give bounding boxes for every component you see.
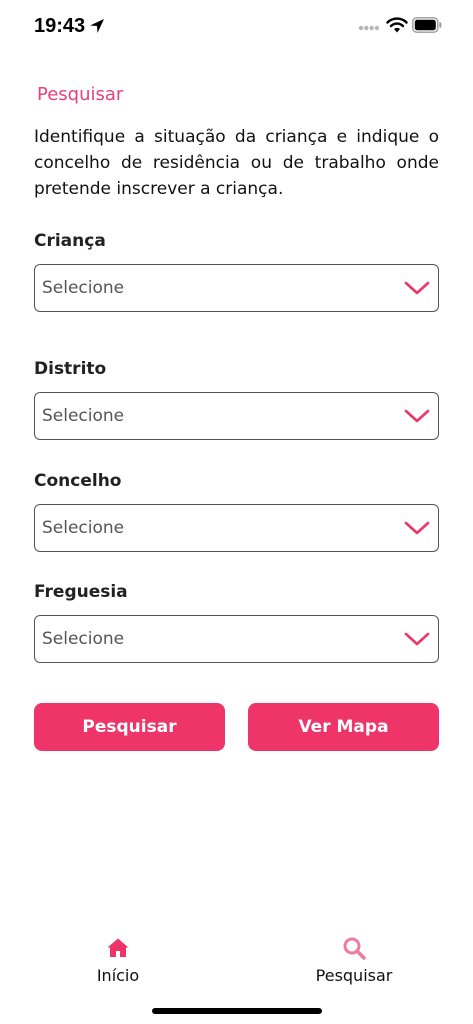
- distrito-select[interactable]: Selecione: [34, 392, 439, 440]
- tab-label: Pesquisar: [315, 966, 393, 985]
- wifi-icon: [386, 17, 408, 33]
- crianca-label: Criança: [34, 231, 106, 251]
- intro-text: Identifique a situação da criança e indi…: [34, 127, 439, 199]
- search-icon: [343, 937, 366, 960]
- view-map-button[interactable]: Ver Mapa: [248, 703, 439, 751]
- tab-inicio[interactable]: Início: [78, 936, 158, 985]
- crianca-select[interactable]: Selecione: [34, 264, 439, 312]
- status-time: 19:43: [34, 15, 86, 37]
- battery-icon: [412, 17, 442, 33]
- concelho-select[interactable]: Selecione: [34, 504, 439, 552]
- freguesia-label: Freguesia: [34, 582, 128, 602]
- search-screen: 19:43 Pesquisar Identifique a situação d…: [0, 0, 473, 1024]
- home-icon: [107, 938, 129, 957]
- select-value: Selecione: [42, 518, 125, 538]
- select-value: Selecione: [42, 406, 125, 426]
- page-title: Pesquisar: [37, 84, 124, 105]
- location-arrow-icon: [90, 19, 104, 33]
- distrito-label: Distrito: [34, 359, 107, 379]
- chevron-down-icon: [404, 521, 430, 535]
- select-value: Selecione: [42, 278, 125, 298]
- status-bar: 19:43: [0, 0, 473, 56]
- tab-pesquisar[interactable]: Pesquisar: [304, 936, 404, 985]
- chevron-down-icon: [404, 409, 430, 423]
- search-button[interactable]: Pesquisar: [34, 703, 225, 751]
- freguesia-select[interactable]: Selecione: [34, 615, 439, 663]
- chevron-down-icon: [404, 632, 430, 646]
- concelho-label: Concelho: [34, 471, 122, 491]
- signal-dots-icon: [358, 25, 380, 31]
- tab-label: Início: [96, 966, 140, 985]
- chevron-down-icon: [404, 281, 430, 295]
- home-indicator: [152, 1008, 322, 1014]
- select-value: Selecione: [42, 629, 125, 649]
